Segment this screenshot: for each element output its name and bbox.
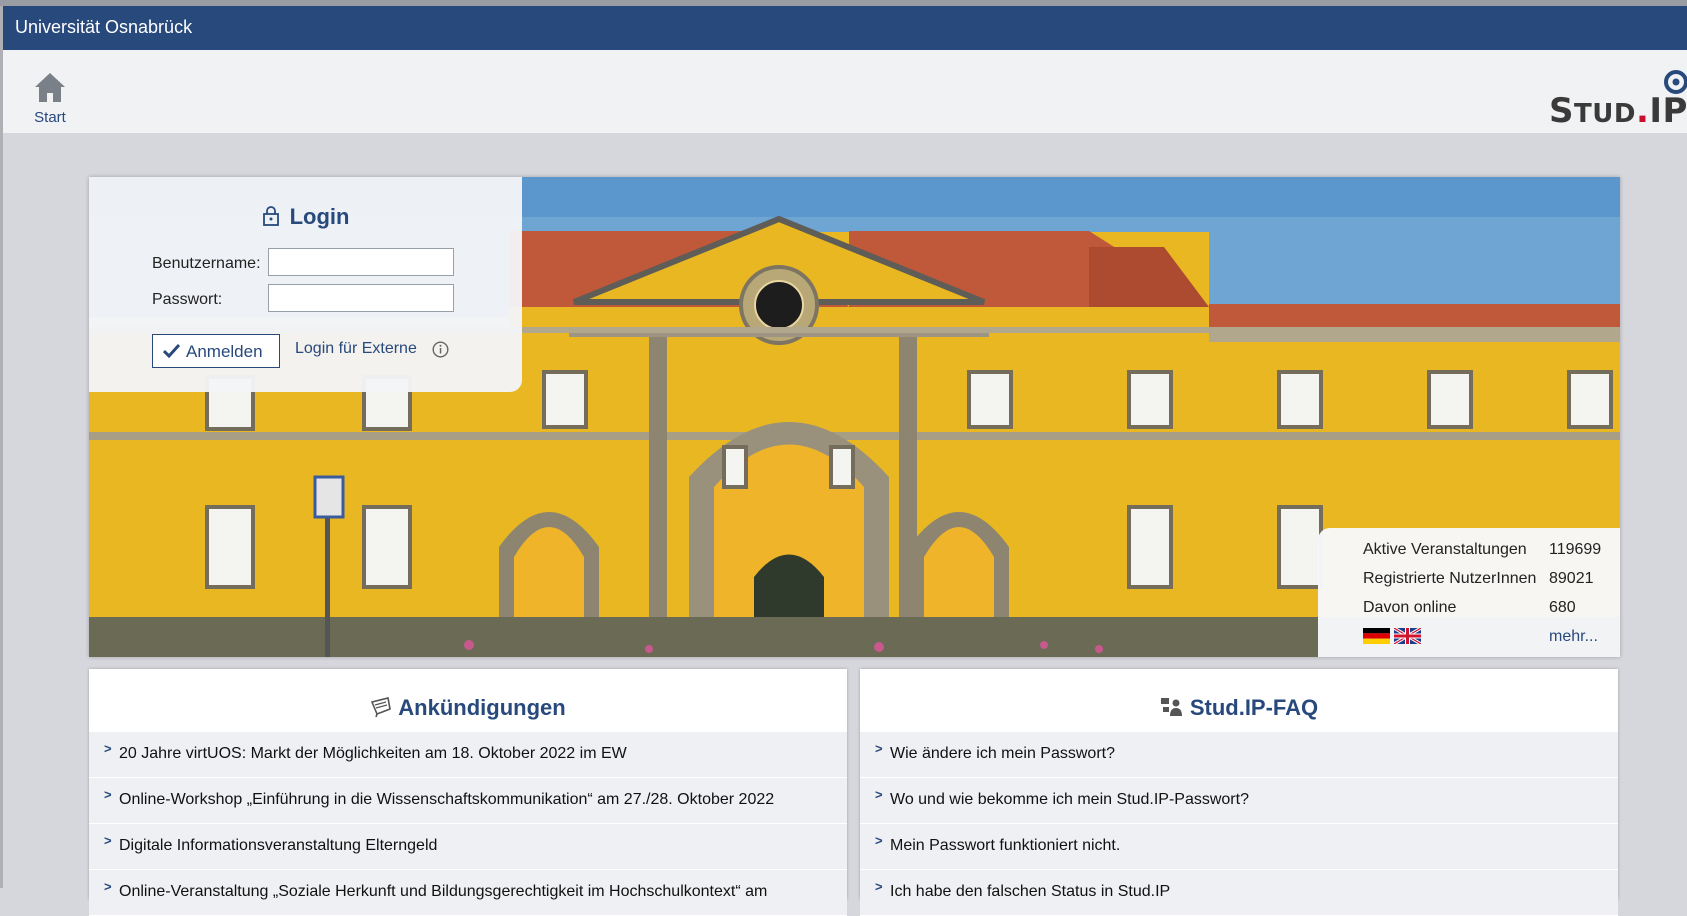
chevron-right-icon: > xyxy=(875,879,883,894)
announcement-icon xyxy=(371,697,392,718)
stat-label: Aktive Veranstaltungen xyxy=(1363,541,1527,558)
chevron-right-icon: > xyxy=(104,833,112,848)
language-flags xyxy=(1363,628,1425,646)
stat-value: 680 xyxy=(1549,599,1576,616)
stat-label: Davon online xyxy=(1363,599,1457,616)
external-login-link[interactable]: Login für Externe xyxy=(295,340,417,358)
faq-icon xyxy=(1160,698,1182,716)
english-flag-icon[interactable] xyxy=(1394,628,1421,644)
announcement-title: Online-Veranstaltung „Soziale Herkunft u… xyxy=(119,883,768,900)
stat-row: Registrierte NutzerInnen 89021 xyxy=(1363,570,1594,588)
faq-heading: Stud.IP-FAQ xyxy=(860,695,1618,721)
chevron-right-icon: > xyxy=(875,741,883,756)
chevron-right-icon: > xyxy=(104,787,112,802)
statistics-box: Aktive Veranstaltungen 119699 Registrier… xyxy=(1318,528,1620,657)
university-bar: Universität Osnabrück xyxy=(3,6,1687,50)
home-icon xyxy=(35,73,65,102)
university-name: Universität Osnabrück xyxy=(15,17,193,37)
faq-item[interactable]: > Ich habe den falschen Status in Stud.IP xyxy=(860,870,1618,916)
announcement-item[interactable]: > Online-Workshop „Einführung in die Wiss… xyxy=(89,778,847,824)
announcements-heading: Ankündigungen xyxy=(89,695,847,721)
stat-row: Davon online 680 xyxy=(1363,599,1576,617)
announcement-item[interactable]: > Online-Veranstaltung „Soziale Herkunft … xyxy=(89,870,847,916)
login-box: Login Benutzername: Passwort: Anmelden L… xyxy=(89,177,522,392)
faq-panel: Stud.IP-FAQ > Wie ändere ich mein Passwor… xyxy=(860,669,1618,916)
announcement-item[interactable]: >20 Jahre virtUOS: Markt der Möglichkeit… xyxy=(89,732,847,778)
main-header: Start STUD.IP xyxy=(3,50,1687,134)
chevron-right-icon: > xyxy=(104,879,112,894)
faq-title: Stud.IP-FAQ xyxy=(1189,695,1319,720)
stat-value: 89021 xyxy=(1549,570,1594,587)
announcements-panel: Ankündigungen >20 Jahre virtUOS: Markt d… xyxy=(89,669,847,916)
chevron-right-icon: > xyxy=(875,833,883,848)
announcement-title: 20 Jahre virtUOS: Markt der Möglichkeite… xyxy=(119,745,627,762)
password-label: Passwort: xyxy=(152,291,223,308)
faq-item[interactable]: > Mein Passwort funktioniert nicht. xyxy=(860,824,1618,870)
window-left-edge xyxy=(0,6,3,888)
stat-value: 119699 xyxy=(1549,541,1602,558)
password-input[interactable] xyxy=(268,284,454,312)
lock-icon xyxy=(262,206,279,226)
stat-label: Registrierte NutzerInnen xyxy=(1363,570,1537,587)
faq-question: Wo und wie bekomme ich mein Stud.IP-Pass… xyxy=(890,791,1249,808)
login-title: Login xyxy=(289,204,350,229)
username-label: Benutzername: xyxy=(152,255,261,272)
start-label: Start xyxy=(34,109,66,126)
faq-question: Mein Passwort funktioniert nicht. xyxy=(890,837,1121,854)
chevron-right-icon: > xyxy=(875,787,883,802)
faq-question: Ich habe den falschen Status in Stud.IP xyxy=(890,883,1171,900)
announcements-list: >20 Jahre virtUOS: Markt der Möglichkeit… xyxy=(89,732,847,916)
faq-question: Wie ändere ich mein Passwort? xyxy=(890,745,1115,762)
stat-row: Aktive Veranstaltungen 119699 xyxy=(1363,541,1601,559)
check-icon xyxy=(163,344,180,358)
announcement-title: Online-Workshop „Einführung in die Wisse… xyxy=(119,791,775,808)
studip-logo[interactable]: STUD.IP xyxy=(1543,67,1687,131)
login-button-label: Anmelden xyxy=(186,342,263,361)
login-heading: Login xyxy=(89,204,522,230)
faq-list: > Wie ändere ich mein Passwort? > Wo und w… xyxy=(860,732,1618,916)
german-flag-icon[interactable] xyxy=(1363,628,1390,644)
username-input[interactable] xyxy=(268,248,454,276)
logo-text: STUD.IP xyxy=(1549,91,1687,131)
announcement-item[interactable]: > Digitale Informationsveranstaltung Elte… xyxy=(89,824,847,870)
faq-item[interactable]: > Wie ändere ich mein Passwort? xyxy=(860,732,1618,778)
start-nav-item[interactable]: Start xyxy=(25,70,75,126)
announcements-title: Ankündigungen xyxy=(398,695,566,720)
info-icon[interactable] xyxy=(432,341,449,358)
more-stats-link[interactable]: mehr... xyxy=(1549,628,1598,646)
login-button[interactable]: Anmelden xyxy=(152,334,280,368)
announcement-title: Digitale Informationsveranstaltung Elter… xyxy=(119,837,438,854)
chevron-right-icon: > xyxy=(104,741,112,756)
faq-item[interactable]: > Wo und wie bekomme ich mein Stud.IP-Pas… xyxy=(860,778,1618,824)
